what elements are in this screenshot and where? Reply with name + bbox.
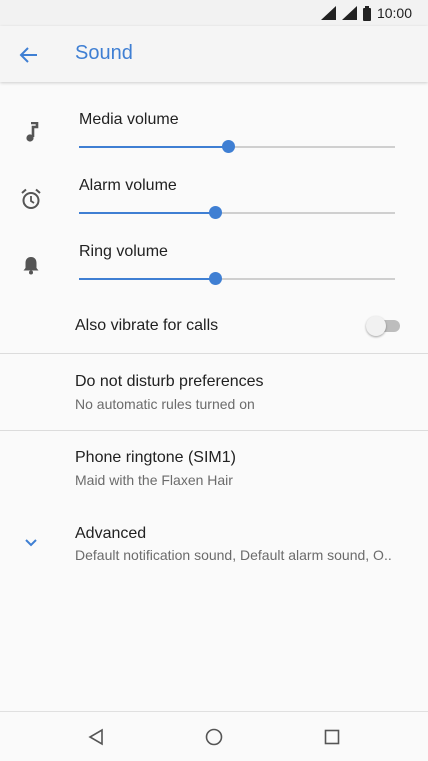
nav-recents-button[interactable] (319, 724, 345, 750)
status-icons: 10:00 (320, 0, 412, 26)
toggle-knob (366, 316, 386, 336)
media-volume-label: Media volume (79, 111, 179, 128)
battery-icon (362, 5, 371, 21)
ring-volume-fill (79, 278, 215, 280)
wifi-signal-icon (320, 6, 336, 20)
vibrate-toggle[interactable] (366, 316, 402, 336)
advanced-summary: Default notification sound, Default alar… (75, 547, 392, 563)
page-title: Sound (75, 42, 133, 64)
media-volume-fill (79, 146, 228, 148)
nav-recents-icon (324, 729, 340, 745)
alarm-volume-thumb[interactable] (208, 206, 222, 219)
ring-volume-slider[interactable] (79, 272, 395, 285)
divider (0, 353, 428, 354)
media-volume-slider[interactable] (79, 140, 395, 153)
navigation-bar (0, 711, 428, 761)
status-time: 10:00 (376, 5, 412, 21)
music-note-icon (16, 117, 46, 147)
ring-volume-label: Ring volume (79, 243, 168, 260)
status-bar: 10:00 (0, 0, 428, 26)
divider (0, 430, 428, 431)
alarm-volume-fill (79, 212, 215, 214)
dnd-summary: No automatic rules turned on (75, 396, 255, 412)
back-button[interactable] (14, 40, 44, 70)
cell-signal-icon (341, 6, 357, 20)
alarm-volume-label: Alarm volume (79, 177, 177, 194)
chevron-down-icon (16, 528, 46, 558)
nav-back-button[interactable] (83, 724, 109, 750)
alarm-clock-icon (16, 184, 46, 214)
arrow-left-icon (19, 47, 37, 63)
app-bar: Sound (0, 26, 428, 82)
ring-volume-thumb[interactable] (208, 272, 222, 285)
alarm-volume-slider[interactable] (79, 206, 395, 219)
vibrate-label: Also vibrate for calls (75, 317, 219, 334)
nav-home-icon (205, 728, 223, 746)
media-volume-thumb[interactable] (221, 140, 235, 153)
bell-icon (16, 250, 46, 280)
nav-back-icon (88, 728, 103, 746)
ringtone-title: Phone ringtone (SIM1) (75, 449, 236, 466)
dnd-title: Do not disturb preferences (75, 373, 264, 390)
advanced-title: Advanced (75, 525, 147, 542)
nav-home-button[interactable] (201, 724, 227, 750)
ringtone-summary: Maid with the Flaxen Hair (75, 472, 233, 488)
